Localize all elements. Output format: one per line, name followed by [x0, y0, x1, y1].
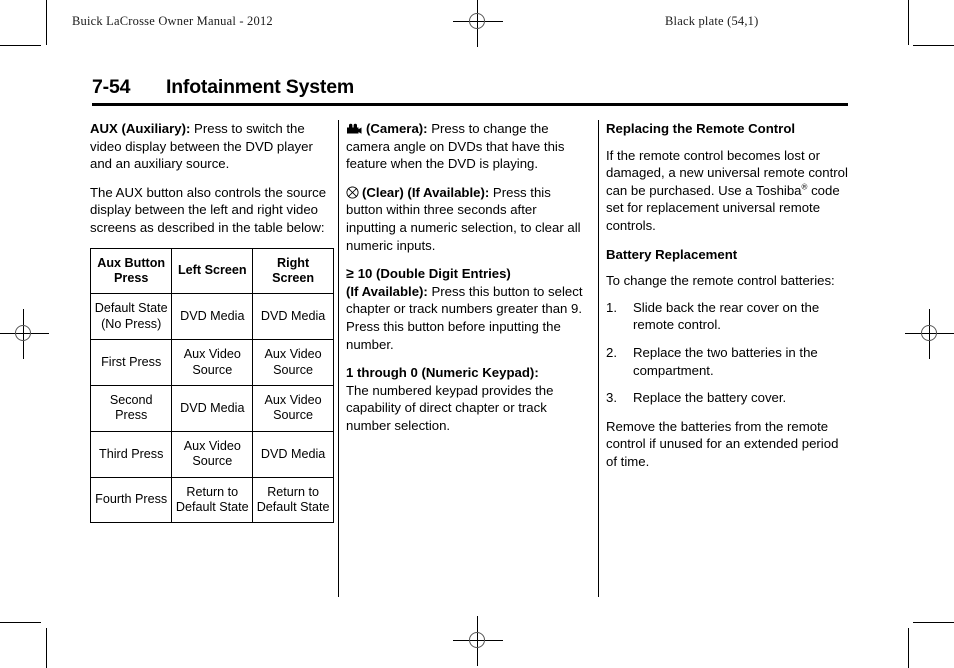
table-header-row: Aux Button Press Left Screen Right Scree…	[89, 247, 334, 295]
page-body: AUX (Auxiliary): Press to switch the vid…	[88, 120, 868, 600]
table-row: Default State (No Press) DVD Media DVD M…	[89, 293, 334, 341]
crop-mark-bottom-left-vertical	[46, 628, 47, 668]
aux-paragraph-2: The AUX button also controls the source …	[90, 184, 327, 235]
numeric-keypad-paragraph: 1 through 0 (Numeric Keypad): The numbere…	[346, 364, 590, 434]
column-divider-2	[598, 120, 599, 597]
table-header-right-screen: Right Screen	[252, 247, 334, 295]
closing-paragraph: Remove the batteries from the remote con…	[606, 418, 839, 469]
registration-target-icon-right	[905, 309, 954, 359]
title-rule	[92, 103, 848, 106]
clear-term: (Clear) (If Available):	[362, 184, 490, 200]
table-cell-right: DVD Media	[252, 430, 334, 478]
crop-mark-bottom-right-horizontal	[913, 622, 954, 623]
replacing-remote-paragraph: If the remote control becomes lost or da…	[606, 147, 850, 235]
table-cell-left: Aux Video Source	[171, 430, 254, 478]
running-head-plate-info: Black plate (54,1)	[665, 14, 759, 28]
step-number: 2.	[606, 344, 617, 360]
camera-icon	[346, 121, 363, 134]
clear-paragraph: (Clear) (If Available): Press this butto…	[346, 184, 590, 254]
table-cell-press: Fourth Press	[89, 476, 173, 524]
table-row: Second Press DVD Media Aux Video Source	[89, 385, 334, 432]
table-cell-left: Return to Default State	[171, 476, 254, 524]
camera-paragraph: (Camera): Press to change the camera ang…	[346, 120, 590, 173]
table-header-aux-button-press: Aux Button Press	[89, 247, 173, 295]
table-cell-right: Aux Video Source	[252, 339, 334, 386]
table-row: Fourth Press Return to Default State Ret…	[89, 476, 334, 524]
greater-than-or-equal-icon: ≥	[346, 265, 354, 282]
table-header-left-screen: Left Screen	[171, 247, 254, 295]
battery-replacement-steps: 1. Slide back the rear cover on the remot…	[606, 299, 850, 407]
column-one: AUX (Auxiliary): Press to switch the vid…	[89, 120, 334, 524]
crop-mark-top-right-vertical	[908, 0, 909, 45]
page-header: 7-54 Infotainment System	[92, 76, 848, 106]
table-cell-right: Aux Video Source	[252, 385, 334, 432]
step-text: Replace the two batteries in the compart…	[633, 344, 818, 378]
page-title: 7-54 Infotainment System	[92, 76, 848, 103]
crop-mark-bottom-left-horizontal	[0, 622, 41, 623]
crop-mark-top-right-horizontal	[913, 45, 954, 46]
numeric-keypad-description: The numbered keypad provides the capabil…	[346, 382, 554, 433]
table-cell-press: First Press	[89, 339, 173, 386]
page-title-text: Infotainment System	[166, 76, 354, 98]
table-cell-right: Return to Default State	[252, 476, 334, 524]
registration-target-icon-left	[0, 309, 49, 359]
list-item: 2. Replace the two batteries in the compa…	[606, 344, 850, 379]
step-number: 3.	[606, 390, 617, 406]
aux-button-press-table: Aux Button Press Left Screen Right Scree…	[89, 247, 334, 524]
table-cell-press: Third Press	[89, 430, 173, 478]
double-digit-paragraph: ≥10 (Double Digit Entries) (If Available)…	[346, 265, 590, 353]
registration-target-icon-bottom	[453, 616, 503, 666]
crop-mark-bottom-right-vertical	[908, 628, 909, 668]
aux-term: AUX (Auxiliary):	[90, 121, 191, 136]
aux-paragraph: AUX (Auxiliary): Press to switch the vid…	[90, 120, 334, 173]
heading-replacing-remote-control: Replacing the Remote Control	[606, 121, 796, 136]
camera-term: (Camera):	[366, 121, 428, 136]
table-cell-left: Aux Video Source	[171, 339, 254, 386]
registration-target-icon-top	[453, 0, 503, 47]
double-digit-term-line1: 10 (Double Digit Entries)	[357, 266, 511, 282]
column-three: Replacing the Remote Control If the remo…	[606, 120, 850, 482]
page-number: 7-54	[92, 76, 131, 98]
step-number: 1.	[606, 299, 617, 315]
table-cell-press: Default State (No Press)	[89, 293, 173, 341]
double-digit-term-line2: (If Available):	[346, 283, 428, 299]
step-text: Replace the battery cover.	[633, 390, 787, 406]
heading-battery-replacement: Battery Replacement	[606, 246, 738, 262]
clear-circle-x-icon	[346, 186, 359, 199]
list-item: 3. Replace the battery cover.	[606, 389, 850, 407]
step-text: Slide back the rear cover on the remote …	[633, 299, 820, 333]
column-divider-1	[338, 120, 339, 597]
crop-mark-top-left-vertical	[46, 0, 47, 45]
numeric-keypad-term: 1 through 0 (Numeric Keypad):	[346, 365, 539, 381]
crop-mark-top-left-horizontal	[0, 45, 41, 46]
table-row: Third Press Aux Video Source DVD Media	[89, 430, 334, 478]
table-cell-right: DVD Media	[252, 293, 334, 341]
table-cell-press: Second Press	[89, 385, 173, 432]
table-cell-left: DVD Media	[171, 293, 254, 341]
list-item: 1. Slide back the rear cover on the remot…	[606, 299, 850, 334]
battery-intro-paragraph: To change the remote control batteries:	[606, 273, 835, 289]
table-cell-left: DVD Media	[171, 385, 254, 432]
column-two: (Camera): Press to change the camera ang…	[346, 120, 590, 446]
table-row: First Press Aux Video Source Aux Video S…	[89, 339, 334, 386]
running-head-manual-title: Buick LaCrosse Owner Manual - 2012	[72, 14, 273, 28]
